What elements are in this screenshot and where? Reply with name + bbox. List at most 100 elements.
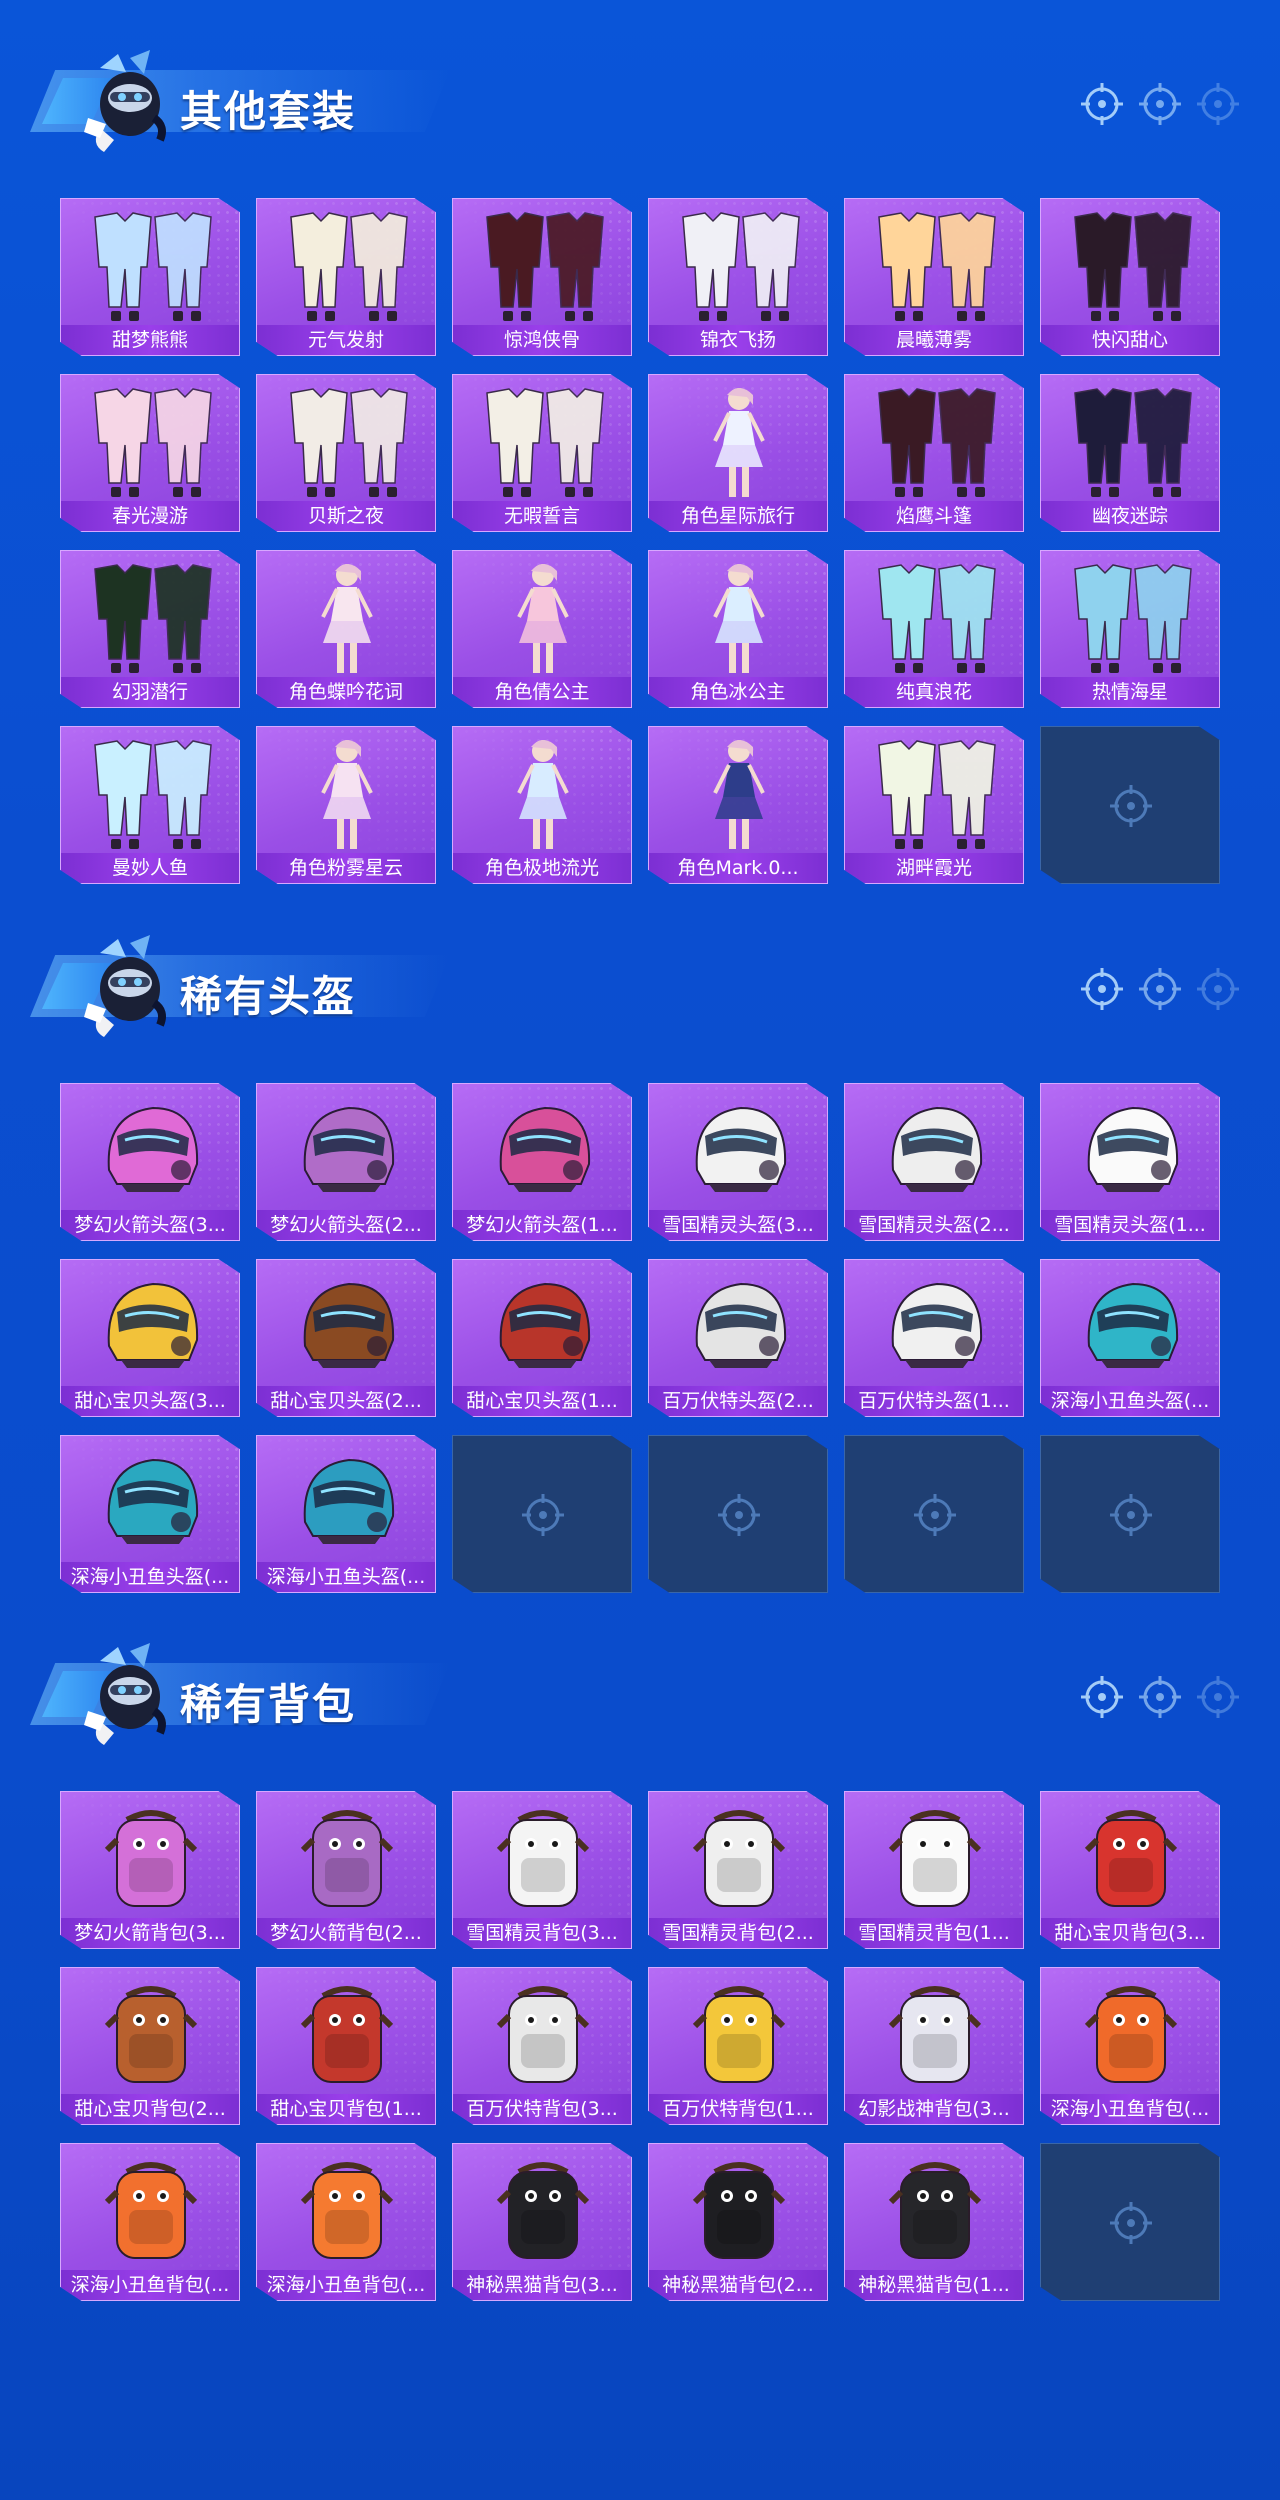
item-card[interactable]: 甜梦熊熊 bbox=[60, 198, 240, 356]
item-label: 元气发射 bbox=[257, 325, 435, 355]
item-label: 晨曦薄雾 bbox=[845, 325, 1023, 355]
backpack-icon bbox=[1061, 1800, 1201, 1918]
item-card[interactable]: 深海小丑鱼背包(... bbox=[256, 2143, 436, 2301]
outfit-icon bbox=[81, 559, 221, 677]
item-card[interactable]: 热情海星 bbox=[1040, 550, 1220, 708]
item-label: 锦衣飞扬 bbox=[649, 325, 827, 355]
character-icon bbox=[473, 559, 613, 677]
item-card[interactable]: 梦幻火箭背包(2... bbox=[256, 1791, 436, 1949]
item-card[interactable]: 雪国精灵背包(3... bbox=[452, 1791, 632, 1949]
item-card[interactable]: 百万伏特头盔(2... bbox=[648, 1259, 828, 1417]
character-icon bbox=[473, 735, 613, 853]
item-card[interactable]: 雪国精灵背包(1... bbox=[844, 1791, 1024, 1949]
backpack-icon bbox=[277, 1976, 417, 2094]
item-label: 甜心宝贝头盔(3... bbox=[61, 1386, 239, 1416]
empty-slot bbox=[1040, 2143, 1220, 2301]
item-card[interactable]: 雪国精灵头盔(3... bbox=[648, 1083, 828, 1241]
item-label: 深海小丑鱼头盔(... bbox=[61, 1562, 239, 1592]
reticle-icon bbox=[1109, 784, 1153, 828]
item-card[interactable]: 神秘黑猫背包(3... bbox=[452, 2143, 632, 2301]
item-card[interactable]: 角色Mark.0... bbox=[648, 726, 828, 884]
item-card[interactable]: 曼妙人鱼 bbox=[60, 726, 240, 884]
backpack-icon bbox=[865, 2152, 1005, 2270]
item-card[interactable]: 深海小丑鱼头盔(... bbox=[1040, 1259, 1220, 1417]
item-label: 角色粉雾星云 bbox=[257, 853, 435, 883]
item-card[interactable]: 甜心宝贝背包(3... bbox=[1040, 1791, 1220, 1949]
item-card[interactable]: 百万伏特头盔(1... bbox=[844, 1259, 1024, 1417]
item-label: 雪国精灵头盔(2... bbox=[845, 1210, 1023, 1240]
reticle-group bbox=[1080, 82, 1240, 132]
item-card[interactable]: 百万伏特背包(3... bbox=[452, 1967, 632, 2125]
helmet-icon bbox=[81, 1092, 221, 1210]
item-card[interactable]: 幽夜迷踪 bbox=[1040, 374, 1220, 532]
reticle-icon bbox=[913, 1493, 957, 1537]
item-label: 梦幻火箭头盔(2... bbox=[257, 1210, 435, 1240]
item-label: 快闪甜心 bbox=[1041, 325, 1219, 355]
item-card[interactable]: 元气发射 bbox=[256, 198, 436, 356]
item-card[interactable]: 幻羽潜行 bbox=[60, 550, 240, 708]
item-label: 曼妙人鱼 bbox=[61, 853, 239, 883]
item-card[interactable]: 湖畔霞光 bbox=[844, 726, 1024, 884]
outfit-icon bbox=[81, 207, 221, 325]
item-card[interactable]: 无暇誓言 bbox=[452, 374, 632, 532]
item-label: 雪国精灵背包(1... bbox=[845, 1918, 1023, 1948]
item-card[interactable]: 深海小丑鱼头盔(... bbox=[60, 1435, 240, 1593]
item-card[interactable]: 雪国精灵头盔(2... bbox=[844, 1083, 1024, 1241]
item-card[interactable]: 梦幻火箭头盔(2... bbox=[256, 1083, 436, 1241]
item-card[interactable]: 幻影战神背包(3... bbox=[844, 1967, 1024, 2125]
item-card[interactable]: 雪国精灵背包(2... bbox=[648, 1791, 828, 1949]
item-card[interactable]: 甜心宝贝头盔(2... bbox=[256, 1259, 436, 1417]
item-card[interactable]: 甜心宝贝背包(2... bbox=[60, 1967, 240, 2125]
item-card[interactable]: 快闪甜心 bbox=[1040, 198, 1220, 356]
item-card[interactable]: 神秘黑猫背包(1... bbox=[844, 2143, 1024, 2301]
outfit-icon bbox=[865, 207, 1005, 325]
outfit-icon bbox=[1061, 207, 1201, 325]
item-card[interactable]: 甜心宝贝头盔(1... bbox=[452, 1259, 632, 1417]
item-card[interactable]: 梦幻火箭背包(3... bbox=[60, 1791, 240, 1949]
backpack-icon bbox=[669, 1800, 809, 1918]
item-label: 梦幻火箭背包(2... bbox=[257, 1918, 435, 1948]
item-card[interactable]: 神秘黑猫背包(2... bbox=[648, 2143, 828, 2301]
item-card[interactable]: 甜心宝贝背包(1... bbox=[256, 1967, 436, 2125]
item-card[interactable]: 深海小丑鱼背包(... bbox=[1040, 1967, 1220, 2125]
character-icon bbox=[669, 559, 809, 677]
item-card[interactable]: 春光漫游 bbox=[60, 374, 240, 532]
item-label: 幻羽潜行 bbox=[61, 677, 239, 707]
backpack-icon bbox=[473, 2152, 613, 2270]
item-card[interactable]: 深海小丑鱼背包(... bbox=[60, 2143, 240, 2301]
item-card[interactable]: 焰鹰斗篷 bbox=[844, 374, 1024, 532]
outfit-icon bbox=[1061, 559, 1201, 677]
item-card[interactable]: 晨曦薄雾 bbox=[844, 198, 1024, 356]
item-card[interactable]: 雪国精灵头盔(1... bbox=[1040, 1083, 1220, 1241]
item-card[interactable]: 角色星际旅行 bbox=[648, 374, 828, 532]
item-card[interactable]: 百万伏特背包(1... bbox=[648, 1967, 828, 2125]
item-card[interactable]: 角色极地流光 bbox=[452, 726, 632, 884]
item-card[interactable]: 角色冰公主 bbox=[648, 550, 828, 708]
item-card[interactable]: 锦衣飞扬 bbox=[648, 198, 828, 356]
item-card[interactable]: 角色蝶吟花词 bbox=[256, 550, 436, 708]
item-label: 纯真浪花 bbox=[845, 677, 1023, 707]
backpack-icon bbox=[277, 2152, 417, 2270]
item-card[interactable]: 纯真浪花 bbox=[844, 550, 1024, 708]
section-header: 稀有背包 bbox=[30, 1633, 1260, 1753]
item-label: 雪国精灵背包(2... bbox=[649, 1918, 827, 1948]
item-label: 幻影战神背包(3... bbox=[845, 2094, 1023, 2124]
item-card[interactable]: 梦幻火箭头盔(1... bbox=[452, 1083, 632, 1241]
item-label: 神秘黑猫背包(3... bbox=[453, 2270, 631, 2300]
item-card[interactable]: 惊鸿侠骨 bbox=[452, 198, 632, 356]
item-card[interactable]: 梦幻火箭头盔(3... bbox=[60, 1083, 240, 1241]
item-label: 角色蝶吟花词 bbox=[257, 677, 435, 707]
item-card[interactable]: 贝斯之夜 bbox=[256, 374, 436, 532]
reticle-icon bbox=[1138, 967, 1182, 1011]
item-card[interactable]: 甜心宝贝头盔(3... bbox=[60, 1259, 240, 1417]
empty-slot bbox=[648, 1435, 828, 1593]
item-card[interactable]: 深海小丑鱼头盔(... bbox=[256, 1435, 436, 1593]
item-card[interactable]: 角色倩公主 bbox=[452, 550, 632, 708]
empty-slot bbox=[452, 1435, 632, 1593]
reticle-icon bbox=[1080, 1675, 1124, 1719]
reticle-group bbox=[1080, 967, 1240, 1017]
reticle-group bbox=[1080, 1675, 1240, 1725]
item-label: 雪国精灵背包(3... bbox=[453, 1918, 631, 1948]
item-label: 甜梦熊熊 bbox=[61, 325, 239, 355]
item-card[interactable]: 角色粉雾星云 bbox=[256, 726, 436, 884]
